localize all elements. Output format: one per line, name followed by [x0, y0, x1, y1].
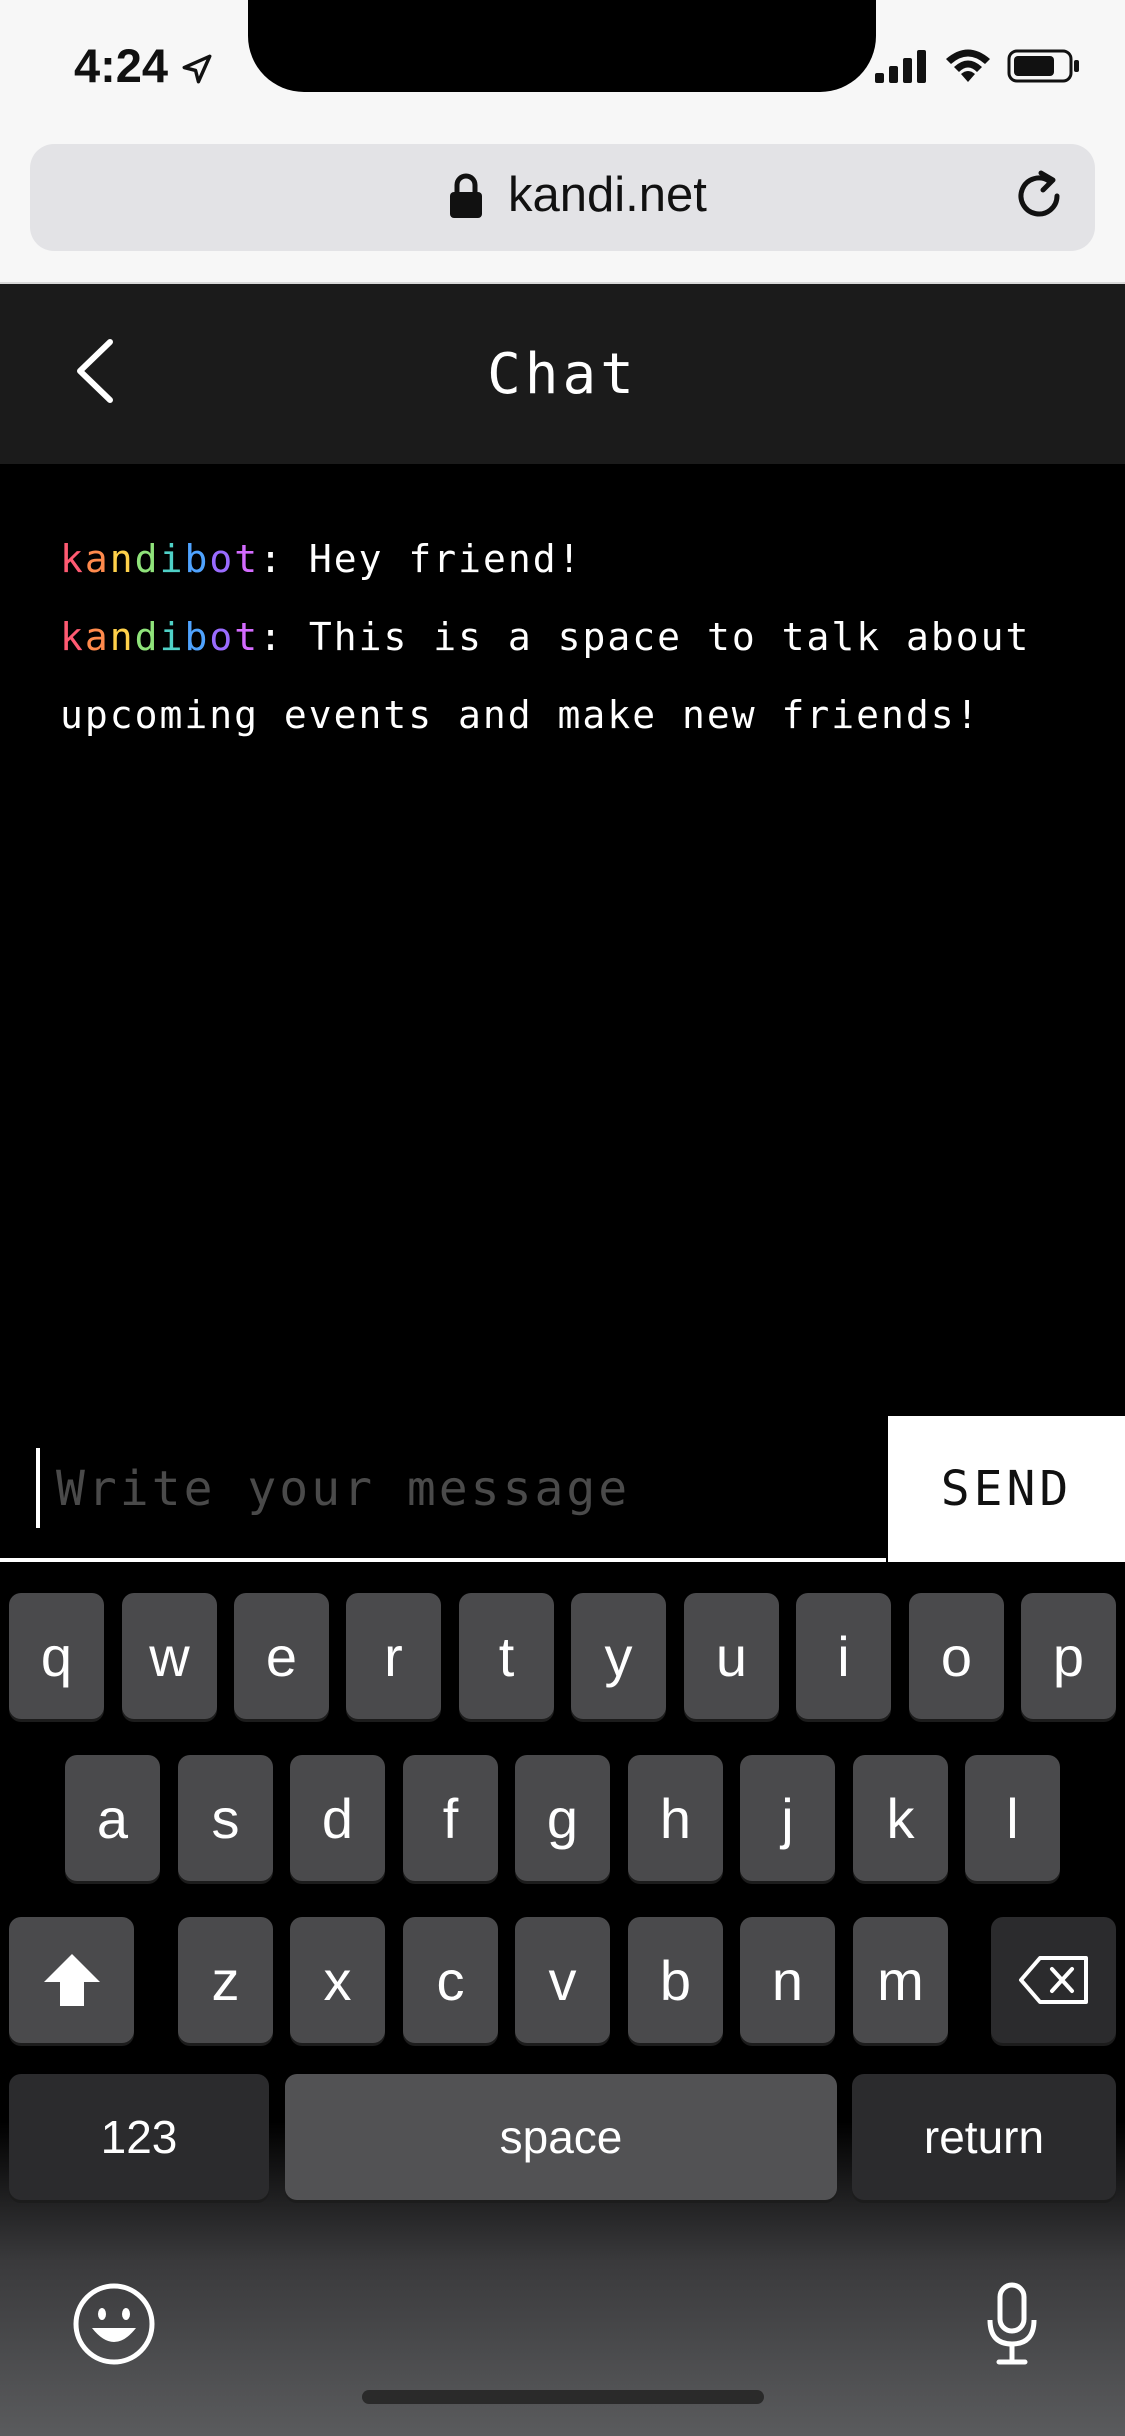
address-bar[interactable]: kandi.net [30, 144, 1095, 251]
key-h[interactable]: h [628, 1755, 723, 1881]
message-text: Hey friend! [308, 537, 583, 581]
key-q[interactable]: q [9, 1593, 104, 1719]
home-indicator [362, 2390, 764, 2404]
cellular-signal-icon [875, 50, 926, 83]
wifi-icon [946, 49, 990, 82]
device-notch [248, 0, 876, 92]
text-caret [36, 1448, 40, 1528]
message-username: kandibot [60, 615, 260, 659]
key-l[interactable]: l [965, 1755, 1060, 1881]
chat-message: kandibot: This is a space to talk about … [60, 615, 1031, 737]
chat-header: Chat [0, 282, 1125, 464]
numbers-key[interactable]: 123 [9, 2074, 269, 2200]
location-arrow-icon [182, 54, 212, 84]
status-time: 4:24 [74, 39, 169, 92]
lock-icon [450, 173, 482, 218]
key-n[interactable]: n [740, 1917, 835, 2043]
key-i[interactable]: i [796, 1593, 891, 1719]
key-b[interactable]: b [628, 1917, 723, 2043]
message-list: kandibot: Hey friend! kandibot: This is … [60, 520, 1080, 754]
key-a[interactable]: a [65, 1755, 160, 1881]
key-x[interactable]: x [290, 1917, 385, 2043]
message-composer [0, 1418, 886, 1563]
key-v[interactable]: v [515, 1917, 610, 2043]
on-screen-keyboard: q w e r t y u i o p a s d f g h j k l z … [0, 1562, 1125, 2436]
status-and-browser-area: 4:24 kandi.net [0, 0, 1125, 282]
page-title: Chat [487, 342, 638, 407]
backspace-key[interactable] [991, 1917, 1116, 2043]
message-username: kandibot [60, 537, 260, 581]
key-f[interactable]: f [403, 1755, 498, 1881]
backspace-icon [1018, 1956, 1088, 2004]
chat-message: kandibot: Hey friend! [60, 537, 583, 581]
battery-icon [1007, 49, 1079, 83]
key-e[interactable]: e [234, 1593, 329, 1719]
key-p[interactable]: p [1021, 1593, 1116, 1719]
key-t[interactable]: t [459, 1593, 554, 1719]
key-u[interactable]: u [684, 1593, 779, 1719]
key-k[interactable]: k [853, 1755, 948, 1881]
shift-key[interactable] [9, 1917, 134, 2043]
key-r[interactable]: r [346, 1593, 441, 1719]
key-g[interactable]: g [515, 1755, 610, 1881]
send-button[interactable]: SEND [888, 1416, 1125, 1562]
key-z[interactable]: z [178, 1917, 273, 2043]
key-j[interactable]: j [740, 1755, 835, 1881]
key-m[interactable]: m [853, 1917, 948, 2043]
reload-icon[interactable] [1011, 166, 1071, 226]
key-o[interactable]: o [909, 1593, 1004, 1719]
space-key[interactable]: space [285, 2074, 837, 2200]
shift-arrow-icon [43, 1954, 100, 2006]
status-icons [875, 48, 1081, 84]
key-y[interactable]: y [571, 1593, 666, 1719]
emoji-icon[interactable] [72, 2282, 156, 2366]
return-key[interactable]: return [852, 2074, 1116, 2200]
microphone-icon[interactable] [985, 2282, 1039, 2366]
key-s[interactable]: s [178, 1755, 273, 1881]
key-w[interactable]: w [122, 1593, 217, 1719]
url-text: kandi.net [508, 168, 707, 222]
key-d[interactable]: d [290, 1755, 385, 1881]
key-c[interactable]: c [403, 1917, 498, 2043]
message-input[interactable] [54, 1440, 878, 1538]
